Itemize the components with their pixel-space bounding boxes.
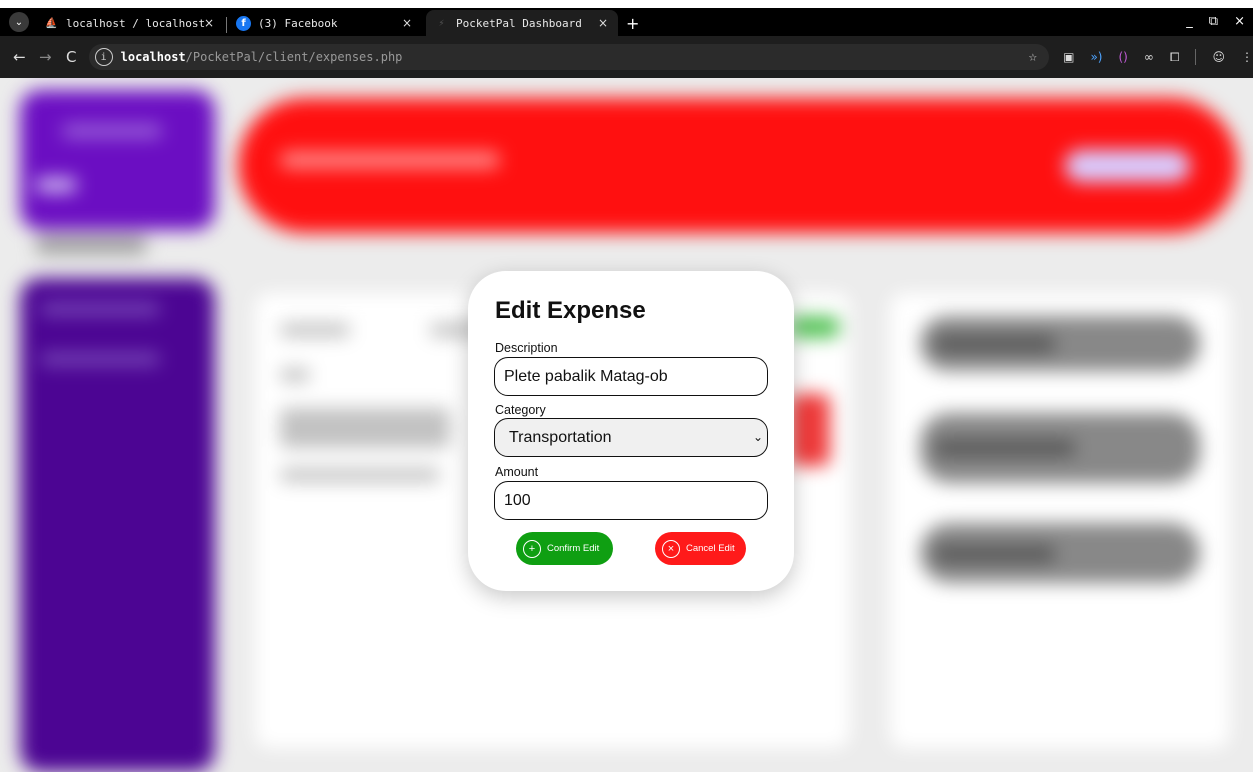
sidebar-item xyxy=(36,178,76,192)
cancel-edit-label: Cancel Edit xyxy=(686,543,735,554)
tab-title: localhost / localhost xyxy=(66,16,206,30)
url-host: localhost xyxy=(120,50,186,64)
banner-button xyxy=(1065,150,1190,182)
expenses-row xyxy=(280,468,440,482)
amount-value: 100 xyxy=(504,491,531,509)
toolbar-divider xyxy=(1195,49,1197,65)
amount-label: Amount xyxy=(495,465,539,479)
back-icon[interactable]: ← xyxy=(9,48,30,66)
plus-circle-icon: + xyxy=(523,539,541,558)
address-bar[interactable]: i localhost /PocketPal/client/expenses.p… xyxy=(88,44,1050,70)
amount-field[interactable]: 100 xyxy=(494,481,768,520)
category-label: Category xyxy=(495,403,546,417)
tab-facebook[interactable]: f (3) Facebook × xyxy=(236,10,422,36)
tab-pocketpal[interactable]: ⚡ PocketPal Dashboard × xyxy=(426,10,618,36)
expenses-row xyxy=(280,368,310,382)
close-tab-icon[interactable]: × xyxy=(598,16,608,30)
summary-pill-label xyxy=(935,440,1075,456)
tab-title: (3) Facebook xyxy=(258,16,338,30)
x-circle-icon: × xyxy=(662,539,680,558)
site-info-icon[interactable]: i xyxy=(94,48,113,66)
close-tab-icon[interactable]: × xyxy=(402,16,412,30)
sidebar-logo xyxy=(62,124,162,138)
add-expense-button xyxy=(790,316,840,338)
modal-title: Edit Expense xyxy=(495,297,646,324)
sidebar-item xyxy=(40,303,160,315)
tab-title: PocketPal Dashboard xyxy=(456,16,582,30)
menu-kebab-icon[interactable]: ⋮ xyxy=(1241,50,1253,64)
description-label: Description xyxy=(495,341,558,355)
sidebar-item xyxy=(40,353,160,365)
summary-pill-label xyxy=(935,546,1055,562)
expenses-row xyxy=(280,408,450,448)
profile-avatar-icon[interactable]: ☺ xyxy=(1212,50,1225,64)
forward-icon[interactable]: → xyxy=(35,48,56,66)
puzzle-extensions-icon[interactable]: ⧠ xyxy=(1170,50,1180,65)
reload-icon[interactable]: C xyxy=(61,48,82,66)
address-toolbar: ← → C i localhost /PocketPal/client/expe… xyxy=(0,36,1253,78)
facebook-icon: f xyxy=(236,15,251,31)
url-path: /PocketPal/client/expenses.php xyxy=(185,50,403,64)
category-select[interactable]: Transportation ⌄ xyxy=(494,418,768,457)
delete-expense-button xyxy=(790,394,830,466)
chevron-down-icon: ⌄ xyxy=(14,16,24,28)
banner-title xyxy=(280,152,500,168)
category-value: Transportation xyxy=(509,428,612,446)
sidebar-item xyxy=(36,236,146,254)
extensions-area: ▣ ») () ∞ ⧠ ☺ ⋮ xyxy=(1063,49,1253,65)
tab-phpmyadmin[interactable]: ⛵ localhost / localhost × xyxy=(44,10,224,36)
tab-search-button[interactable]: ⌄ xyxy=(9,12,29,32)
sidebar-header xyxy=(20,90,215,230)
close-window-icon[interactable]: × xyxy=(1234,14,1245,29)
close-tab-icon[interactable]: × xyxy=(204,16,214,30)
chevron-down-icon: ⌄ xyxy=(752,430,763,444)
restore-icon[interactable]: ⧉ xyxy=(1209,14,1218,29)
tab-divider xyxy=(226,17,227,33)
picture-in-picture-icon[interactable]: ▣ xyxy=(1063,50,1074,64)
confirm-edit-button[interactable]: + Confirm Edit xyxy=(516,532,613,565)
window-controls: _ ⧉ × xyxy=(1186,14,1245,29)
extension-brackets-icon[interactable]: () xyxy=(1118,50,1127,64)
pocketpal-icon: ⚡ xyxy=(438,17,445,29)
tab-strip: ⌄ ⛵ localhost / localhost × f (3) Facebo… xyxy=(0,8,1253,36)
expenses-row xyxy=(280,323,350,337)
window-top-edge xyxy=(0,0,1253,8)
cancel-edit-button[interactable]: × Cancel Edit xyxy=(655,532,746,565)
minimize-icon[interactable]: _ xyxy=(1186,14,1193,29)
description-field[interactable]: Plete pabalik Matag-ob xyxy=(494,357,768,396)
bookmark-star-icon[interactable]: ☆ xyxy=(1029,49,1037,65)
edit-expense-modal: Edit Expense Description Plete pabalik M… xyxy=(468,271,794,591)
phpmyadmin-icon: ⛵ xyxy=(45,17,58,29)
read-aloud-icon[interactable]: ») xyxy=(1090,50,1102,64)
new-tab-button[interactable]: + xyxy=(626,14,639,33)
description-value: Plete pabalik Matag-ob xyxy=(504,367,668,385)
incognito-glasses-icon[interactable]: ∞ xyxy=(1144,50,1154,64)
summary-pill-label xyxy=(935,336,1055,352)
confirm-edit-label: Confirm Edit xyxy=(547,543,600,554)
